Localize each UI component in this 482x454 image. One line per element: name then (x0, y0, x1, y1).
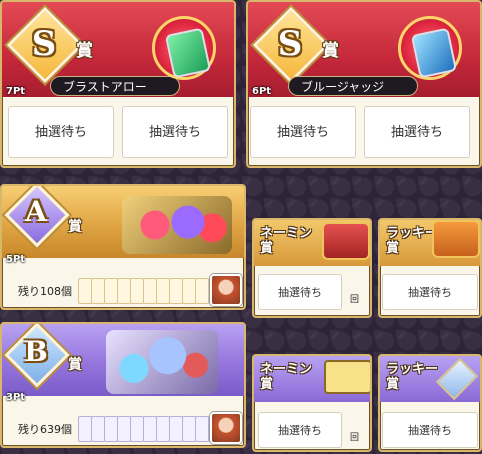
remaining-count: 残り639個 (18, 423, 72, 436)
count-label: 回 (350, 295, 360, 305)
draw-slot: 抽選待ち (258, 412, 342, 448)
lucky-prize-card-1[interactable]: ラッキー 賞 抽選待ち (378, 218, 482, 318)
prize-word: 賞 (68, 219, 82, 235)
s-prize-card-1[interactable]: S 賞 ブラストアロー 7Pt 抽選待ち 抽選待ち (0, 0, 236, 168)
draw-slot: 抽選待ち (122, 106, 228, 158)
draw-slot: 抽選待ち (258, 274, 342, 310)
points-label: 5Pt (6, 254, 26, 265)
remaining-count: 残り108個 (18, 285, 72, 298)
item-name-bar: ブラストアロー (50, 76, 180, 96)
draw-slot: 抽選待ち (382, 412, 478, 448)
treasure-chest-icon (432, 220, 480, 258)
item-emblem (398, 16, 462, 80)
green-tome-icon (164, 27, 212, 79)
draw-slot: 抽選待ち (364, 106, 470, 158)
prize-title: ネーミン 賞 (260, 362, 313, 392)
lucky-prize-card-2[interactable]: ラッキー 賞 抽選待ち (378, 354, 482, 452)
prize-word: 賞 (68, 357, 82, 373)
prize-title: ネーミン 賞 (260, 226, 313, 256)
draw-slot: 抽選待ち (250, 106, 356, 158)
character-portrait (210, 412, 242, 444)
naming-prize-card-1[interactable]: ネーミン 賞 抽選待ち 回 (252, 218, 372, 318)
b-prize-card[interactable]: B 賞 3Pt 残り639個 (0, 322, 246, 448)
s-prize-card-2[interactable]: S 賞 ブルージャッジ 6Pt 抽選待ち 抽選待ち (246, 0, 482, 168)
name-ticket-icon (324, 360, 370, 394)
rank-letter: S (31, 24, 57, 64)
item-emblem (152, 16, 216, 80)
count-label: 回 (350, 433, 360, 443)
prize-word: 賞 (322, 41, 339, 61)
prize-word: 賞 (76, 41, 93, 61)
ticket-stack (78, 416, 222, 442)
points-label: 7Pt (6, 86, 26, 97)
draw-slot: 抽選待ち (8, 106, 114, 158)
item-name-bar: ブルージャッジ (288, 76, 418, 96)
rank-letter: B (24, 335, 48, 368)
character-portrait (210, 274, 242, 306)
points-label: 6Pt (252, 86, 272, 97)
rank-letter: S (277, 24, 303, 64)
blue-tome-icon (410, 27, 458, 79)
a-prize-card[interactable]: A 賞 5Pt 残り108個 (0, 184, 246, 310)
draw-slot: 抽選待ち (382, 274, 478, 310)
naming-prize-card-2[interactable]: ネーミン 賞 抽選待ち 回 (252, 354, 372, 452)
treasure-chest-icon (322, 222, 370, 260)
weapons-loot-icon (122, 196, 232, 254)
prize-title: ラッキー 賞 (386, 226, 439, 256)
prize-title: ラッキー 賞 (386, 362, 439, 392)
rank-letter: A (25, 195, 47, 228)
ticket-stack (78, 278, 222, 304)
materials-loot-icon (106, 330, 218, 394)
points-label: 3Pt (6, 392, 26, 403)
